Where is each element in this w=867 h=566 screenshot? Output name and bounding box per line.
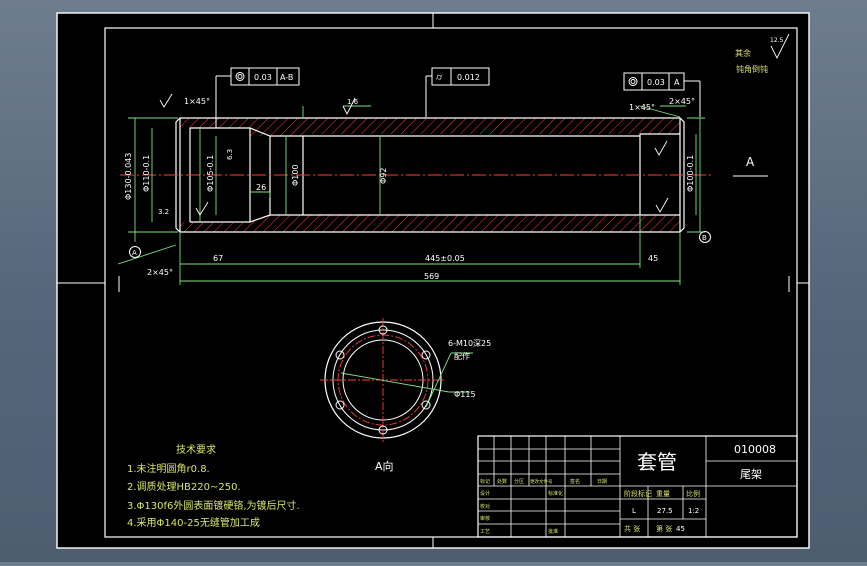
tb-weight-value: 27.5	[657, 507, 673, 515]
rough-63: 6.3	[226, 149, 234, 160]
datum-b: B	[702, 234, 707, 242]
rough-32: 3.2	[158, 208, 169, 216]
note-3: 3.Φ130f6外圆表面镀硬铬,为镀后尺寸.	[127, 499, 300, 512]
tb-part-name: 套管	[637, 450, 677, 474]
tb-weight-label: 重量	[656, 490, 670, 498]
tol-mid-value: 0.012	[457, 73, 480, 82]
drawing-canvas: A B 0.03 A-B ⌭ 0.012 0.03 A 1×45° 1×45° …	[56, 12, 810, 549]
dia-right: Φ100-0.1	[686, 155, 695, 192]
hole-note-1: 6-M10深25	[448, 339, 491, 348]
roughness-main: 12.5	[770, 37, 784, 44]
roughness-note-1: 其余	[735, 48, 751, 58]
notes-title: 技术要求	[176, 443, 216, 456]
note-1: 1.未注明圆角r0.8.	[127, 462, 210, 475]
tb-sheet-label: 共 张	[624, 524, 640, 533]
tol-left-ref: A-B	[280, 73, 293, 82]
tb-row-check: 校对	[480, 503, 490, 510]
tb-row-design: 设计	[480, 490, 490, 497]
tb-row-audit: 审核	[480, 515, 490, 522]
tb-scale-value: 1:2	[688, 507, 699, 515]
dia-105: Φ105-0.1	[206, 155, 215, 192]
dia-100: Φ100	[291, 164, 300, 186]
tb-row-approve: 批准	[548, 528, 558, 535]
len-45: 45	[648, 254, 658, 263]
cad-viewport: A B 0.03 A-B ⌭ 0.012 0.03 A 1×45° 1×45° …	[0, 0, 867, 562]
chamfer-right-top2: 2×45°	[669, 97, 695, 106]
tb-drawing-no: 010008	[734, 443, 776, 456]
chamfer-right-top: 1×45°	[629, 103, 655, 112]
len-26: 26	[256, 183, 266, 192]
tb-head-3: 分区	[514, 478, 524, 485]
tb-stage-label: 阶段标记	[624, 489, 652, 498]
cyl-icon: ⌭	[436, 73, 443, 83]
tol-right-value: 0.03	[647, 78, 665, 87]
len-569: 569	[424, 272, 439, 281]
tb-material: 45	[676, 525, 685, 533]
chamfer-left-top: 1×45°	[184, 97, 210, 106]
tb-sheet2-label: 第 张	[656, 524, 672, 533]
tb-head-6: 日期	[597, 479, 607, 485]
datum-a: A	[132, 249, 137, 257]
tol-left-value: 0.03	[254, 73, 272, 82]
pcd-label: Φ115	[454, 390, 476, 399]
tb-scale-label: 比例	[686, 489, 700, 498]
len-445: 445±0.05	[425, 254, 465, 263]
note-4: 4.采用Φ140-25无缝管加工成	[127, 516, 260, 529]
dia-130: Φ130-0.043	[124, 153, 133, 200]
tb-row-process: 工艺	[480, 529, 490, 535]
tol-right-ref: A	[674, 78, 680, 87]
tb-assembly: 尾架	[740, 468, 762, 481]
tb-row-standard: 标准化	[548, 490, 563, 497]
dia-110: Φ110-0.1	[142, 155, 151, 192]
left-taper	[250, 136, 270, 222]
tb-stage-value: L	[632, 507, 636, 515]
chamfer-bottom-left: 2×45°	[147, 268, 173, 277]
tb-head-4: 更改文件号	[530, 478, 553, 485]
tb-head-2: 处数	[497, 478, 507, 485]
tb-head-1: 标记	[480, 478, 490, 485]
note-2: 2.调质处理HB220~250.	[127, 481, 241, 493]
tb-head-5: 签名	[570, 478, 580, 485]
len-67: 67	[213, 254, 223, 263]
hole-note-2: 配作	[454, 351, 470, 361]
section-label: A向	[375, 459, 394, 473]
roughness-note-2: 钝角倒钝	[736, 64, 768, 74]
dia-92: Φ92	[379, 168, 388, 184]
view-label: A	[746, 155, 755, 169]
